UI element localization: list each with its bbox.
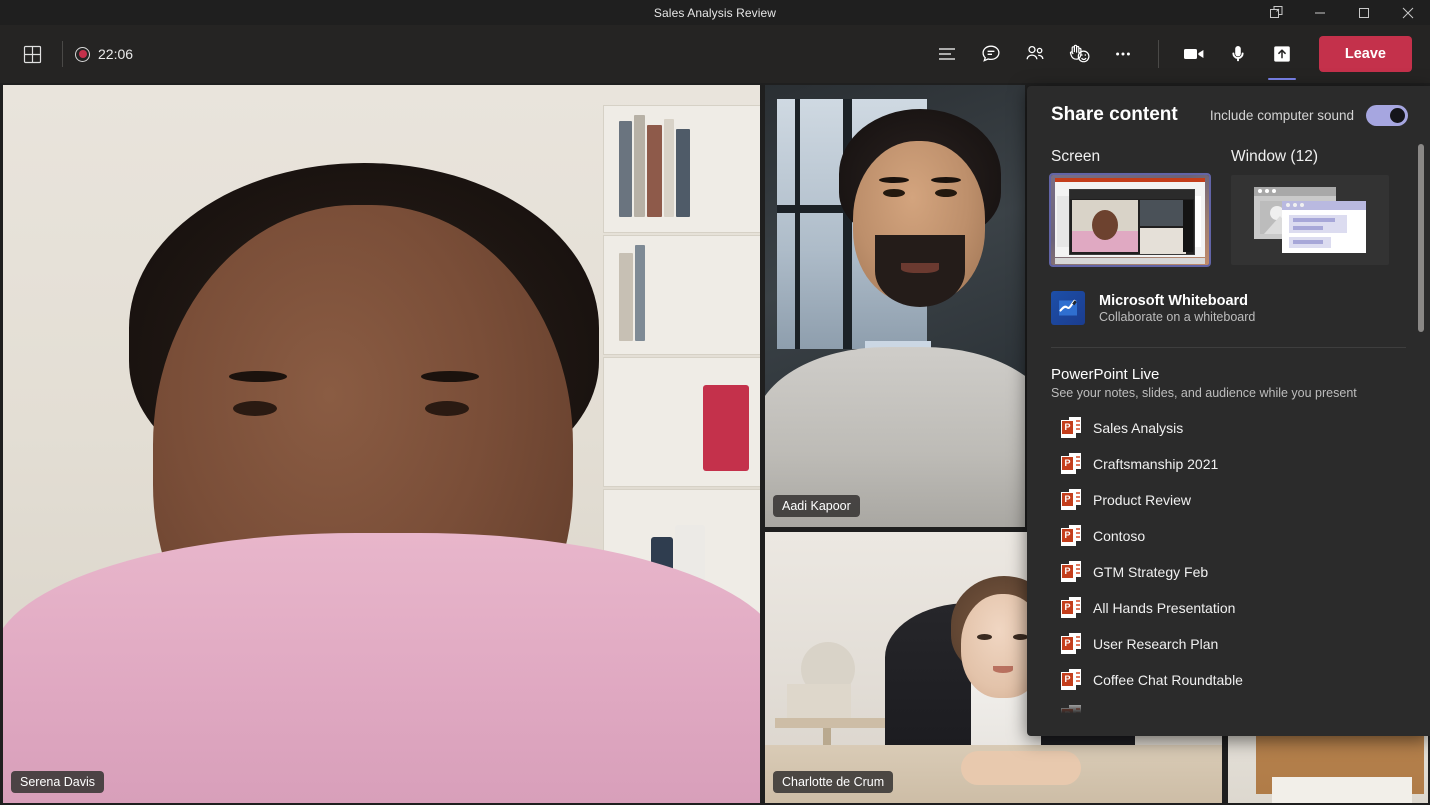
maximize-button[interactable] — [1342, 0, 1386, 25]
raise-hand-reactions-icon[interactable] — [1058, 35, 1100, 73]
powerpoint-file-name: Contoso — [1093, 528, 1145, 544]
video-feed — [3, 85, 760, 803]
window-title: Sales Analysis Review — [0, 6, 1430, 20]
people-icon[interactable] — [1014, 35, 1056, 73]
powerpoint-file-name: Coffee Chat Roundtable — [1093, 672, 1243, 688]
minimize-button[interactable] — [1298, 0, 1342, 25]
powerpoint-file-icon: P — [1061, 417, 1081, 439]
recording-indicator: 22:06 — [75, 46, 133, 62]
window-preview-illustration — [1254, 187, 1366, 253]
teams-window-preview — [1069, 189, 1195, 255]
video-camera-icon[interactable] — [1173, 35, 1215, 73]
powerpoint-file-list: P Sales Analysis P Craftsmanship 2021 P — [1051, 410, 1406, 720]
participant-name-label: Serena Davis — [11, 771, 104, 793]
record-dot-icon — [75, 47, 90, 62]
toolbar-separator — [1158, 40, 1159, 68]
popout-button[interactable] — [1254, 0, 1298, 25]
share-panel-body: Screen Window (12) — [1027, 126, 1430, 720]
powerpoint-live-header: PowerPoint Live See your notes, slides, … — [1051, 366, 1406, 400]
list-item[interactable]: P Contoso — [1051, 518, 1406, 554]
teams-meeting-window: Sales Analysis Review — [0, 0, 1430, 805]
powerpoint-file-icon: P — [1061, 561, 1081, 583]
video-feed — [765, 85, 1025, 527]
share-screen-icon[interactable] — [1261, 35, 1303, 73]
powerpoint-file-name: Product Review — [1093, 492, 1191, 508]
list-item[interactable]: P Coffee Chat Roundtable — [1051, 662, 1406, 698]
window-thumbnail[interactable] — [1231, 175, 1389, 265]
powerpoint-file-name: Craftsmanship 2021 — [1093, 456, 1218, 472]
powerpoint-file-icon: P — [1061, 633, 1081, 655]
toolbar-left-group: 22:06 — [0, 36, 133, 72]
whiteboard-subtitle: Collaborate on a whiteboard — [1099, 310, 1255, 324]
share-source-labels: Screen Window (12) — [1051, 148, 1406, 166]
list-item[interactable]: P User Research Plan — [1051, 626, 1406, 662]
share-panel-title: Share content — [1051, 104, 1178, 126]
share-panel-scrollbar-thumb[interactable] — [1418, 144, 1424, 332]
whiteboard-text: Microsoft Whiteboard Collaborate on a wh… — [1099, 293, 1255, 324]
list-item[interactable]: P GTM Strategy Feb — [1051, 554, 1406, 590]
leave-button[interactable]: Leave — [1319, 36, 1412, 72]
share-content-panel: Share content Include computer sound Scr… — [1027, 86, 1430, 736]
toolbar-right-group: Leave — [926, 35, 1430, 73]
screen-thumbnail[interactable] — [1051, 175, 1209, 265]
list-item[interactable]: P Craftsmanship 2021 — [1051, 446, 1406, 482]
powerpoint-file-name: User Research Plan — [1093, 636, 1218, 652]
desktop-preview — [1051, 175, 1209, 265]
whiteboard-title: Microsoft Whiteboard — [1099, 293, 1255, 309]
powerpoint-file-name: All Hands Presentation — [1093, 600, 1235, 616]
microphone-icon[interactable] — [1217, 35, 1259, 73]
video-tile-aadi[interactable]: Aadi Kapoor — [765, 85, 1025, 527]
share-panel-header: Share content Include computer sound — [1027, 86, 1430, 126]
share-source-thumbnails — [1051, 175, 1406, 265]
section-divider — [1051, 347, 1406, 348]
participant-name-label: Charlotte de Crum — [773, 771, 893, 793]
window-label: Window (12) — [1231, 148, 1318, 166]
include-computer-sound-group: Include computer sound — [1210, 105, 1408, 126]
powerpoint-file-icon: P — [1061, 705, 1081, 720]
grid-view-icon[interactable] — [14, 36, 50, 72]
microsoft-whiteboard-row[interactable]: Microsoft Whiteboard Collaborate on a wh… — [1051, 287, 1406, 329]
powerpoint-file-icon: P — [1061, 669, 1081, 691]
list-item[interactable]: P All Hands Presentation — [1051, 590, 1406, 626]
participant-name-label: Aadi Kapoor — [773, 495, 860, 517]
ellipsis-icon[interactable] — [1102, 35, 1144, 73]
powerpoint-live-subtitle: See your notes, slides, and audience whi… — [1051, 386, 1406, 400]
whiteboard-icon — [1051, 291, 1085, 325]
powerpoint-file-icon: P — [1061, 489, 1081, 511]
include-computer-sound-toggle[interactable] — [1366, 105, 1408, 126]
list-item[interactable]: P Sales Analysis — [1051, 410, 1406, 446]
powerpoint-live-title: PowerPoint Live — [1051, 366, 1406, 383]
powerpoint-file-name: GTM Strategy Feb — [1093, 564, 1208, 580]
powerpoint-file-icon: P — [1061, 525, 1081, 547]
screen-label: Screen — [1051, 148, 1209, 166]
include-computer-sound-label: Include computer sound — [1210, 108, 1354, 123]
list-item[interactable]: P Product Review — [1051, 482, 1406, 518]
toolbar-divider — [62, 41, 63, 67]
powerpoint-file-icon: P — [1061, 597, 1081, 619]
powerpoint-file-icon: P — [1061, 453, 1081, 475]
title-bar: Sales Analysis Review — [0, 0, 1430, 25]
close-button[interactable] — [1386, 0, 1430, 25]
chat-bubble-icon[interactable] — [970, 35, 1012, 73]
recording-time: 22:06 — [98, 46, 133, 62]
powerpoint-file-name: Sales Analysis — [1093, 420, 1183, 436]
meeting-toolbar: 22:06 — [0, 25, 1430, 83]
video-tile-serena[interactable]: Serena Davis — [3, 85, 760, 803]
list-item-partial[interactable]: P — [1051, 698, 1406, 720]
notes-icon[interactable] — [926, 35, 968, 73]
window-controls — [1254, 0, 1430, 25]
